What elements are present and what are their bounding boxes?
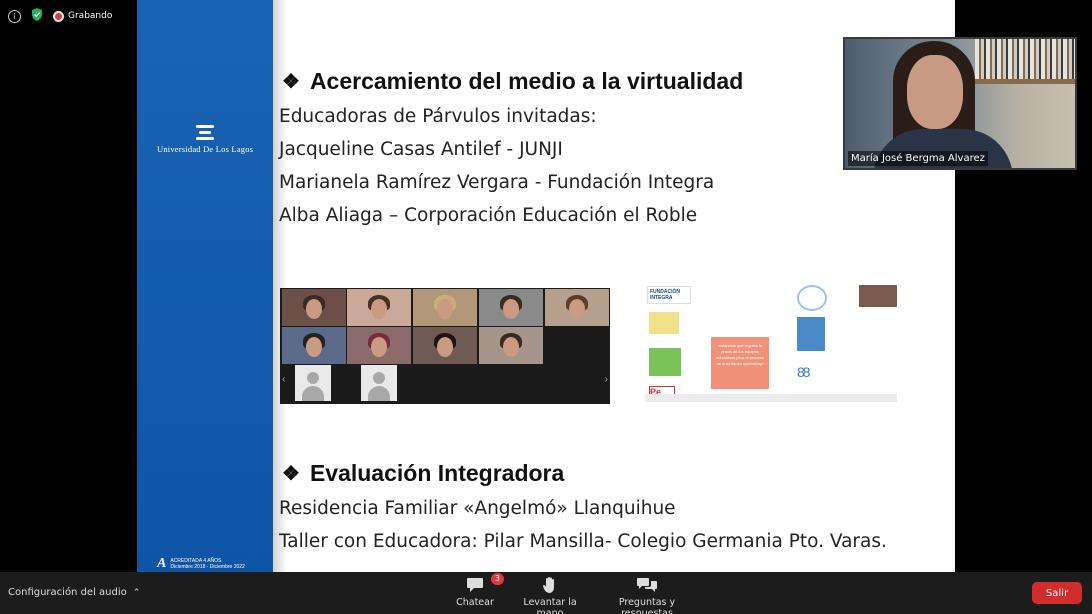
diagram-image: [649, 348, 681, 376]
slide-line: Educadoras de Párvulos invitadas:: [279, 106, 597, 127]
participant-avatar-icon: [361, 365, 397, 401]
info-icon[interactable]: i: [8, 9, 21, 23]
slide-side-band: [137, 0, 273, 572]
slide-line: Jacqueline Casas Antilef - JUNJI: [279, 139, 563, 160]
recording-indicator[interactable]: Grabando: [53, 10, 113, 22]
leave-meeting-button[interactable]: Salir: [1032, 582, 1082, 604]
qa-button[interactable]: Preguntas y respuestas: [597, 575, 697, 614]
diamond-bullet-icon: ❖: [282, 463, 300, 485]
record-icon: [53, 10, 64, 22]
video-gallery-screenshot: ‹ ›: [280, 288, 610, 404]
top-status-bar: i Grabando: [8, 8, 112, 24]
diagram-circle: [797, 285, 827, 311]
diagram-screenshot: FUNDACIÓN INTEGRA Pe Instancias que regu…: [645, 282, 897, 402]
chat-icon: [467, 578, 483, 592]
slide-line: Alba Aliaga – Corporación Educación el R…: [279, 205, 698, 226]
diagram-image: [649, 312, 679, 334]
shelf-board: [975, 79, 1075, 84]
raise-hand-label: Levantar la mano: [523, 597, 577, 614]
bookshelf: [975, 39, 1075, 79]
participant-tile: [347, 289, 411, 326]
chat-button[interactable]: 3 Chatear: [452, 573, 504, 608]
qa-label: Preguntas y respuestas: [618, 597, 676, 614]
marco-logo-icon: 8 8: [797, 364, 810, 380]
qa-icon: [637, 578, 657, 592]
integra-logo: FUNDACIÓN INTEGRA: [647, 286, 691, 304]
participant-tile: [282, 327, 346, 364]
chevron-up-icon[interactable]: ⌃: [133, 588, 141, 598]
speaker-face: [907, 55, 963, 129]
meeting-toolbar: Configuración del audio ⌃ 3 Chatear Levan…: [0, 572, 1092, 614]
raise-hand-button[interactable]: Levantar la mano: [510, 575, 590, 614]
slide-heading-1: ❖ Acercamiento del medio a la virtualida…: [282, 68, 743, 95]
participant-avatar-icon: [295, 365, 331, 401]
shield-check-icon[interactable]: [31, 8, 43, 24]
university-name: Universidad De Los Lagos: [157, 144, 254, 154]
university-logo: Universidad De Los Lagos: [157, 125, 253, 154]
participant-tile: [479, 327, 543, 364]
slide-line: Taller con Educadora: Pilar Mansilla- Co…: [279, 531, 887, 552]
diagram-footer: [645, 394, 897, 402]
accreditation-badge: A ACREDITADA 4 AÑOS Diciembre 2018 - Dic…: [157, 556, 245, 572]
accreditation-logo-icon: A: [157, 556, 167, 571]
participant-tile: [282, 289, 346, 326]
participant-tile: [479, 289, 543, 326]
heading-2-text: Evaluación Integradora: [309, 460, 565, 486]
heading-1-text: Acercamiento del medio a la virtualidad: [309, 68, 744, 94]
speaker-name-label: María José Bergma Alvarez: [848, 151, 988, 166]
slide-line: Residencia Familiar «Angelmó» Llanquihue: [279, 498, 676, 519]
shared-screen-slide: Universidad De Los Lagos A ACREDITADA 4 …: [137, 0, 955, 572]
participant-tile: [413, 289, 477, 326]
zoom-meeting-window: i Grabando Universidad De Los Lagos A AC…: [0, 0, 1092, 614]
slide-line: Marianela Ramírez Vergara - Fundación In…: [279, 172, 715, 193]
recording-label: Grabando: [68, 11, 113, 21]
diagram-center-box: Instancias que regulan la praxis de los …: [711, 337, 769, 389]
audio-settings-label: Configuración del audio: [8, 587, 127, 598]
chevron-right-icon: ›: [604, 374, 608, 385]
chat-badge: 3: [490, 573, 504, 585]
slide-heading-2: ❖ Evaluación Integradora: [282, 460, 564, 487]
accreditation-dates: Diciembre 2018 - Diciembre 2022: [170, 564, 245, 570]
hand-icon: [543, 577, 554, 593]
chat-label: Chatear: [456, 597, 494, 608]
diagram-photo: [859, 285, 897, 307]
speaker-video-tile[interactable]: María José Bergma Alvarez: [843, 37, 1077, 170]
diagram-book: [797, 317, 825, 351]
chevron-left-icon: ‹: [282, 374, 286, 385]
audio-settings-button[interactable]: Configuración del audio ⌃: [8, 587, 140, 598]
participant-tile: [545, 289, 609, 326]
participant-tile: [347, 327, 411, 364]
participant-tile: [413, 327, 477, 364]
university-emblem-icon: [196, 125, 214, 140]
diamond-bullet-icon: ❖: [282, 71, 300, 93]
